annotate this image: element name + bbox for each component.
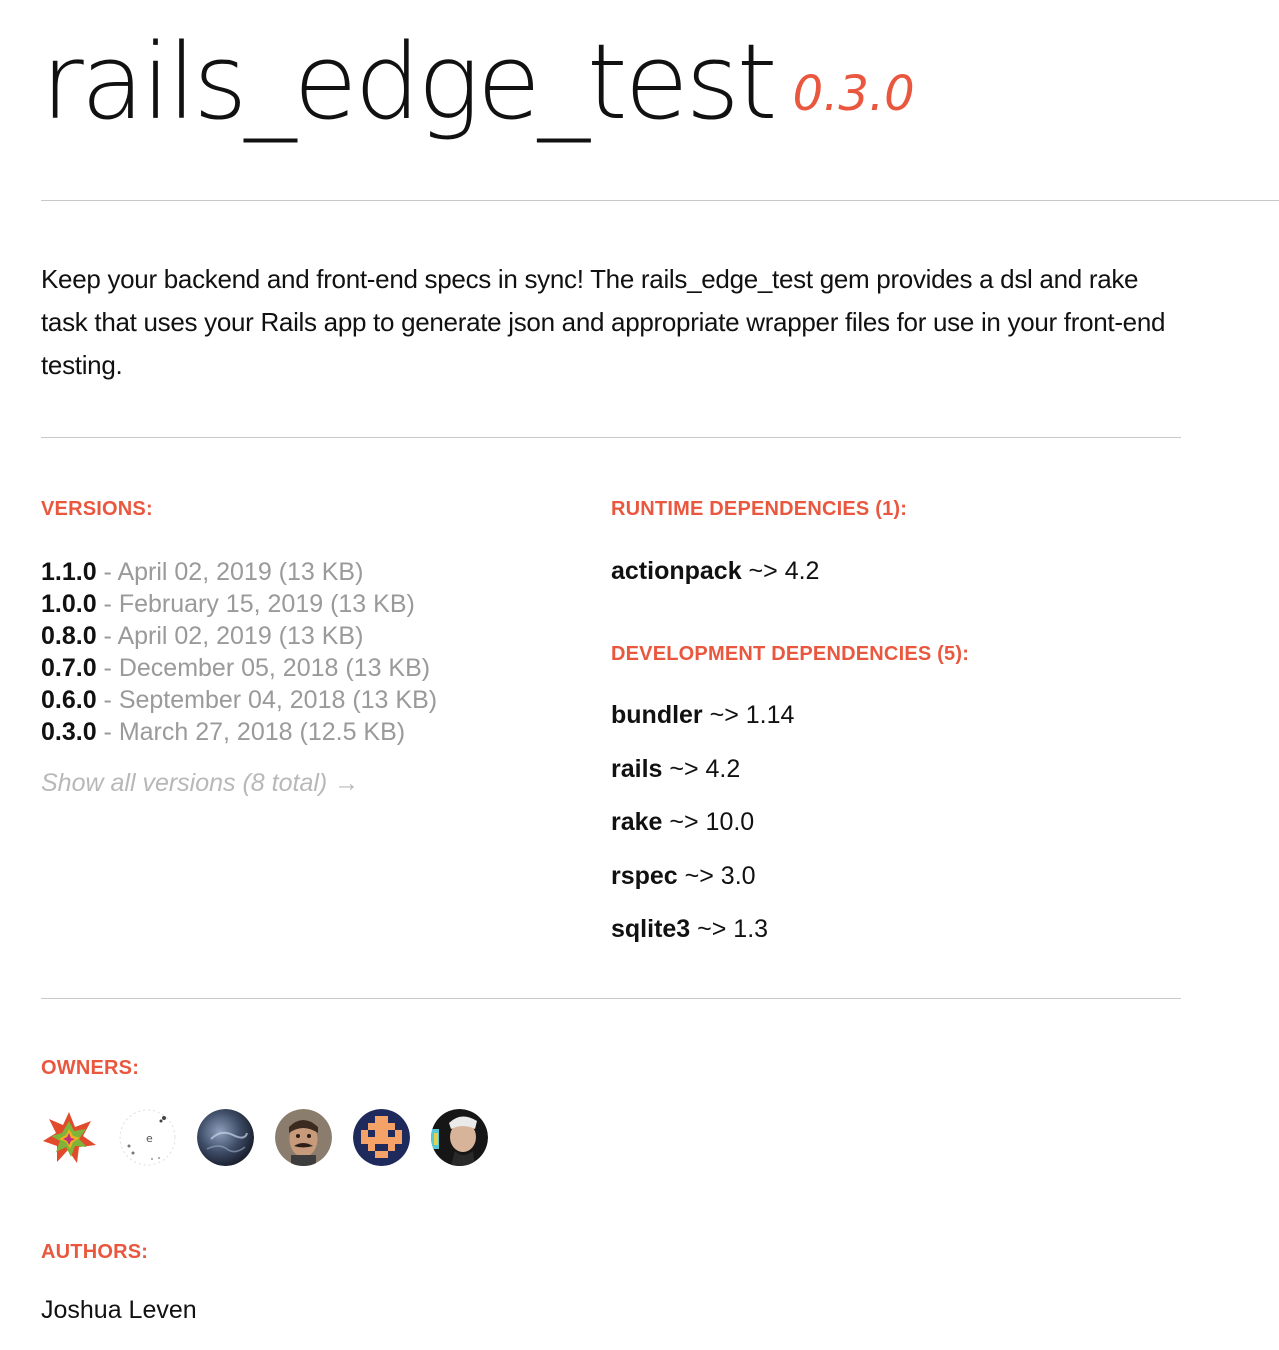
dependency-requirement: ~> 3.0: [677, 862, 756, 890]
dependency-link[interactable]: sqlite3: [611, 915, 690, 943]
version-item: 0.3.0 - March 27, 2018 (12.5 KB): [41, 716, 437, 748]
version-meta: - September 04, 2018 (13 KB): [96, 686, 438, 714]
dependency-requirement: ~> 4.2: [741, 557, 820, 585]
runtime-dependencies-label: RUNTIME DEPENDENCIES (1):: [611, 498, 908, 520]
avatar-man-hat: [431, 1109, 488, 1166]
gem-description: Keep your backend and front-end specs in…: [41, 264, 1166, 380]
version-meta: - April 02, 2019 (13 KB): [96, 622, 364, 650]
owner-avatar[interactable]: [275, 1109, 332, 1166]
development-dependency: rspec ~> 3.0: [611, 862, 756, 891]
development-dependency: rake ~> 10.0: [611, 808, 754, 837]
owner-avatar[interactable]: [431, 1109, 488, 1166]
owner-avatar[interactable]: [197, 1109, 254, 1166]
divider: [41, 200, 1279, 201]
version-item: 0.7.0 - December 05, 2018 (13 KB): [41, 652, 437, 684]
dependency-requirement: ~> 1.14: [702, 701, 795, 729]
dependency-link[interactable]: rails: [611, 755, 662, 783]
development-dependency: bundler ~> 1.14: [611, 701, 794, 730]
show-all-versions-link[interactable]: Show all versions (8 total) →: [41, 769, 359, 798]
owners-list: e: [41, 1109, 488, 1166]
gem-header: rails_edge_test 0.3.0: [41, 30, 915, 134]
versions-list: 1.1.0 - April 02, 2019 (13 KB) 1.0.0 - F…: [41, 556, 437, 748]
version-link[interactable]: 0.6.0: [41, 686, 97, 714]
version-link[interactable]: 1.0.0: [41, 590, 97, 618]
development-dependency: rails ~> 4.2: [611, 755, 740, 784]
avatar-colorful-star: [41, 1109, 98, 1166]
version-meta: - February 15, 2019 (13 KB): [96, 590, 415, 618]
gem-name: rails_edge_test: [41, 21, 778, 143]
version-link[interactable]: 0.8.0: [41, 622, 97, 650]
dependency-link[interactable]: rspec: [611, 862, 678, 890]
version-item: 0.8.0 - April 02, 2019 (13 KB): [41, 620, 437, 652]
dependency-link[interactable]: bundler: [611, 701, 703, 729]
version-meta: - April 02, 2019 (13 KB): [96, 558, 364, 586]
avatar-white-dots: e: [119, 1109, 176, 1166]
gem-version: 0.3.0: [792, 66, 915, 122]
divider: [41, 998, 1181, 999]
development-dependency: sqlite3 ~> 1.3: [611, 915, 768, 944]
authors-label: AUTHORS:: [41, 1241, 149, 1263]
version-item: 1.1.0 - April 02, 2019 (13 KB): [41, 556, 437, 588]
avatar-pixel-invader: [353, 1109, 410, 1166]
version-item: 1.0.0 - February 15, 2019 (13 KB): [41, 588, 437, 620]
dependency-requirement: ~> 1.3: [690, 915, 769, 943]
development-dependencies-label: DEVELOPMENT DEPENDENCIES (5):: [611, 643, 970, 665]
avatar-dark-storm: [197, 1109, 254, 1166]
owners-label: OWNERS:: [41, 1057, 140, 1079]
dependency-requirement: ~> 4.2: [662, 755, 741, 783]
divider: [41, 437, 1181, 438]
avatar-man-mustache: [275, 1109, 332, 1166]
owner-avatar[interactable]: [41, 1109, 98, 1166]
version-meta: - December 05, 2018 (13 KB): [96, 654, 431, 682]
dependency-link[interactable]: rake: [611, 808, 662, 836]
dependency-requirement: ~> 10.0: [662, 808, 755, 836]
owner-avatar[interactable]: [353, 1109, 410, 1166]
svg-text:e: e: [146, 1132, 153, 1145]
runtime-dependency: actionpack ~> 4.2: [611, 557, 819, 586]
versions-label: VERSIONS:: [41, 498, 153, 520]
version-item: 0.6.0 - September 04, 2018 (13 KB): [41, 684, 437, 716]
version-meta: - March 27, 2018 (12.5 KB): [96, 718, 406, 746]
version-link[interactable]: 1.1.0: [41, 558, 97, 586]
dependency-link[interactable]: actionpack: [611, 557, 742, 585]
version-link[interactable]: 0.3.0: [41, 718, 97, 746]
version-link[interactable]: 0.7.0: [41, 654, 97, 682]
owner-avatar[interactable]: e: [119, 1109, 176, 1166]
author-name: Joshua Leven: [41, 1296, 197, 1324]
